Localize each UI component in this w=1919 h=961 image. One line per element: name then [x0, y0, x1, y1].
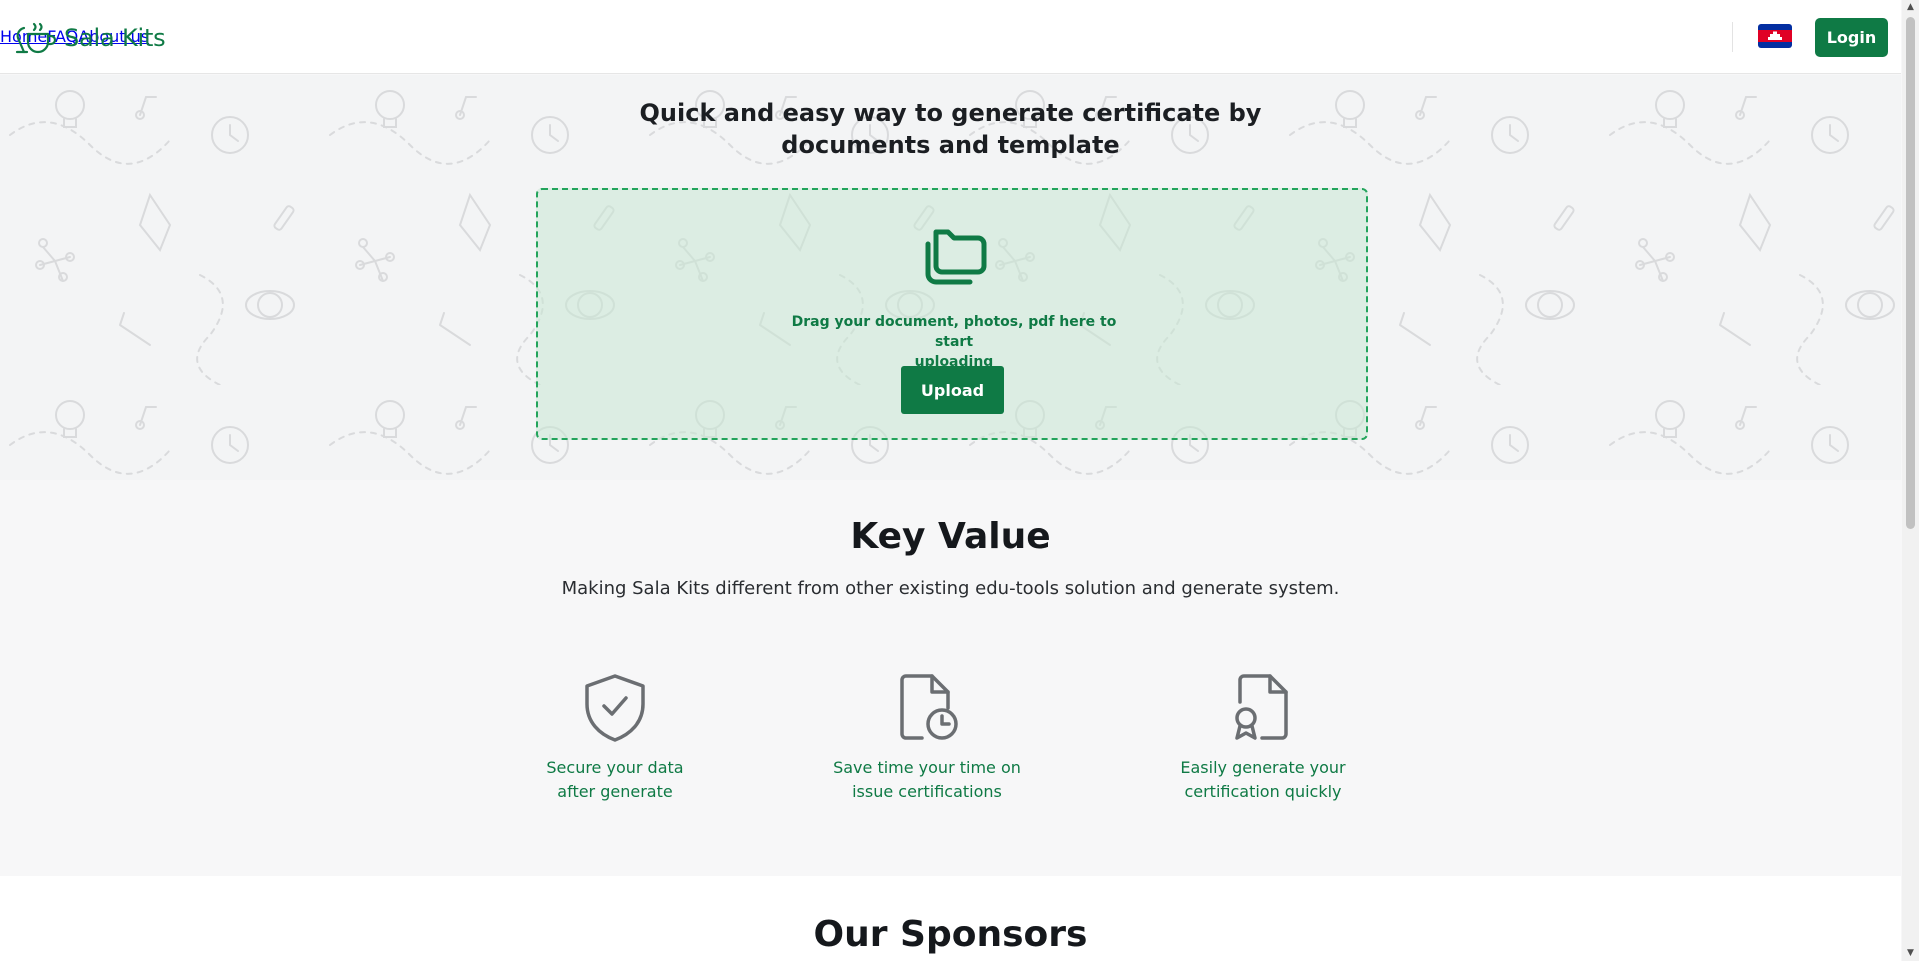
upload-dropzone[interactable]: Drag your document, photos, pdf here to … [536, 188, 1368, 440]
file-clock-icon [900, 674, 958, 740]
shield-check-icon [585, 674, 645, 742]
dropzone-instructions: Drag your document, photos, pdf here to … [778, 312, 1130, 372]
sponsors-section: Our Sponsors [0, 876, 1901, 961]
feature-line2: after generate [557, 782, 673, 801]
page-scrollbar[interactable]: ▲ ▼ [1902, 0, 1919, 961]
feature-line2: certification quickly [1184, 782, 1342, 801]
cambodia-flag-icon[interactable] [1758, 24, 1792, 48]
feature-text: Secure your data after generate [515, 756, 715, 804]
key-value-title: Key Value [850, 516, 1051, 557]
hero-section: Quick and easy way to generate certifica… [0, 75, 1901, 480]
hero-title-line1: Quick and easy way to generate certifica… [639, 99, 1262, 127]
feature-text: Save time your time on issue certificati… [827, 756, 1027, 804]
key-value-subtitle: Making Sala Kits different from other ex… [561, 578, 1340, 599]
feature-text: Easily generate your certification quick… [1163, 756, 1363, 804]
upload-button[interactable]: Upload [901, 366, 1004, 414]
feature-line1: Secure your data [546, 758, 684, 777]
nav-divider [1732, 22, 1733, 52]
feature-line1: Save time your time on [833, 758, 1021, 777]
hero-title: Quick and easy way to generate certifica… [0, 97, 1901, 161]
feature-secure: Secure your data after generate [515, 672, 715, 804]
folders-icon [925, 229, 987, 285]
login-button[interactable]: Login [1815, 18, 1888, 57]
dropzone-line1: Drag your document, photos, pdf here to … [791, 314, 1117, 350]
scroll-down-arrow-icon[interactable]: ▼ [1906, 949, 1915, 958]
hero-title-line2: documents and template [781, 131, 1120, 159]
feature-easily-generate: Easily generate your certification quick… [1163, 672, 1363, 804]
top-navbar: Sala Kits Home FAQ About us Login [0, 0, 1901, 74]
brand-name: Sala Kits [64, 24, 166, 52]
sponsors-title: Our Sponsors [813, 914, 1088, 955]
brand-link[interactable]: Sala Kits [14, 20, 166, 56]
coffee-cup-logo-icon [15, 22, 57, 54]
feature-save-time: Save time your time on issue certificati… [827, 672, 1027, 804]
scrollbar-thumb[interactable] [1906, 17, 1915, 529]
feature-line2: issue certifications [852, 782, 1002, 801]
feature-line1: Easily generate your [1180, 758, 1346, 777]
scroll-up-arrow-icon[interactable]: ▲ [1906, 3, 1915, 12]
file-certificate-icon [1235, 674, 1288, 740]
